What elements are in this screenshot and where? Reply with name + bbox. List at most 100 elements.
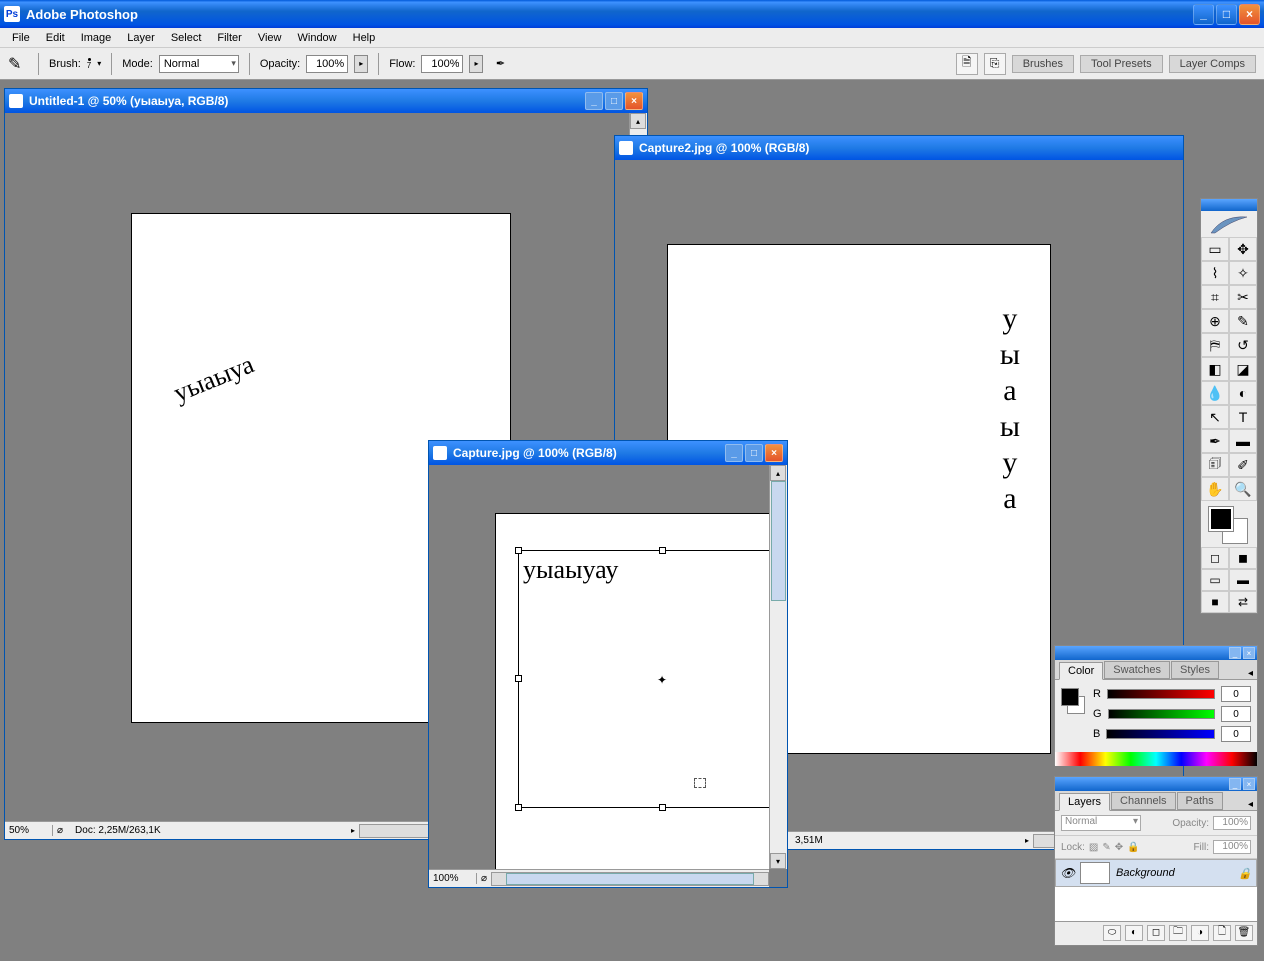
b-input[interactable] bbox=[1221, 726, 1251, 742]
layers-panel-header[interactable]: _ × bbox=[1055, 777, 1257, 791]
transform-center-icon[interactable]: ✦ bbox=[657, 673, 667, 687]
pen-tool-icon[interactable]: ✒ bbox=[1201, 429, 1229, 453]
panel-minimize-button[interactable]: _ bbox=[1229, 647, 1241, 659]
delete-layer-icon[interactable]: 🗑 bbox=[1235, 925, 1253, 941]
foreground-color-swatch[interactable] bbox=[1209, 507, 1233, 531]
menu-help[interactable]: Help bbox=[345, 30, 384, 46]
adjustment-layer-icon[interactable]: ◑ bbox=[1191, 925, 1209, 941]
info-icon[interactable]: ⌀ bbox=[57, 825, 63, 836]
blend-mode-select[interactable]: Normal bbox=[1061, 815, 1141, 831]
dock-tab-toolpresets[interactable]: Tool Presets bbox=[1080, 55, 1163, 73]
color-fg-preview[interactable] bbox=[1061, 688, 1079, 706]
type-tool-icon[interactable]: T bbox=[1229, 405, 1257, 429]
minimize-button[interactable]: _ bbox=[1193, 4, 1214, 25]
mode-select[interactable]: Normal bbox=[159, 55, 239, 73]
file-browser-icon[interactable]: 🗎 bbox=[956, 53, 978, 75]
color-spectrum[interactable] bbox=[1055, 752, 1257, 766]
r-input[interactable] bbox=[1221, 686, 1251, 702]
tab-channels[interactable]: Channels bbox=[1111, 792, 1175, 810]
doc3-scrollbar-vertical[interactable]: ▴ ▾ bbox=[769, 465, 787, 869]
transform-handle-tl[interactable] bbox=[515, 547, 522, 554]
menu-image[interactable]: Image bbox=[73, 30, 120, 46]
transform-handle-bc[interactable] bbox=[659, 804, 666, 811]
info-icon[interactable]: ⌀ bbox=[481, 873, 487, 884]
visibility-icon[interactable]: 👁 bbox=[1060, 866, 1074, 880]
menu-filter[interactable]: Filter bbox=[209, 30, 249, 46]
transform-handle-tc[interactable] bbox=[659, 547, 666, 554]
eyedropper-tool-icon[interactable]: ✐ bbox=[1229, 453, 1257, 477]
lock-all-icon[interactable]: 🔒 bbox=[1127, 842, 1139, 853]
doc3-zoom[interactable]: 100% bbox=[429, 873, 477, 884]
dodge-tool-icon[interactable]: ◐ bbox=[1229, 381, 1257, 405]
doc1-zoom[interactable]: 50% bbox=[5, 825, 53, 836]
menu-layer[interactable]: Layer bbox=[119, 30, 163, 46]
doc1-minimize-button[interactable]: _ bbox=[585, 92, 603, 110]
slice-tool-icon[interactable]: ✂ bbox=[1229, 285, 1257, 309]
layer-row-background[interactable]: 👁 Background 🔒 bbox=[1055, 859, 1257, 887]
fill-input[interactable]: 100% bbox=[1213, 840, 1251, 854]
tab-color[interactable]: Color bbox=[1059, 662, 1103, 680]
panel-close-button[interactable]: × bbox=[1243, 778, 1255, 790]
doc3-titlebar[interactable]: Capture.jpg @ 100% (RGB/8) _ □ × bbox=[429, 441, 787, 465]
tab-swatches[interactable]: Swatches bbox=[1104, 661, 1170, 679]
quickmask-mode-icon[interactable]: ◼ bbox=[1229, 547, 1257, 569]
shape-tool-icon[interactable]: ▬ bbox=[1229, 429, 1257, 453]
screen-standard-icon[interactable]: ▭ bbox=[1201, 569, 1229, 591]
lock-pixels-icon[interactable]: ✎ bbox=[1102, 842, 1110, 853]
menu-edit[interactable]: Edit bbox=[38, 30, 73, 46]
tools-palette[interactable]: ▭ ✥ ⌇ ✧ ⌗ ✂ ⊕ ✎ ⛿ ↺ ◧ ◪ 💧 ◐ ↖ T ✒ ▬ 🗊 ✐ … bbox=[1200, 198, 1258, 614]
doc1-titlebar[interactable]: Untitled-1 @ 50% (уыаыуа, RGB/8) _ □ × bbox=[5, 89, 647, 113]
doc2-titlebar[interactable]: Capture2.jpg @ 100% (RGB/8) bbox=[615, 136, 1183, 160]
doc3-close-button[interactable]: × bbox=[765, 444, 783, 462]
opacity-flyout[interactable]: ▸ bbox=[354, 55, 368, 73]
gradient-tool-icon[interactable]: ◪ bbox=[1229, 357, 1257, 381]
tab-layers[interactable]: Layers bbox=[1059, 793, 1110, 811]
path-select-tool-icon[interactable]: ↖ bbox=[1201, 405, 1229, 429]
new-layer-icon[interactable]: 🗋 bbox=[1213, 925, 1231, 941]
photoshop-logo-icon[interactable] bbox=[1201, 211, 1257, 237]
imageready-icon[interactable]: ⇄ bbox=[1229, 591, 1257, 613]
dock-tab-brushes[interactable]: Brushes bbox=[1012, 55, 1074, 73]
maximize-button[interactable]: □ bbox=[1216, 4, 1237, 25]
doc3-scroll-thumb-v[interactable] bbox=[771, 481, 786, 601]
layer-style-icon[interactable]: ◐ bbox=[1125, 925, 1143, 941]
layer-opacity-input[interactable]: 100% bbox=[1213, 816, 1251, 830]
doc1-close-button[interactable]: × bbox=[625, 92, 643, 110]
screen-full-icon[interactable]: ■ bbox=[1201, 591, 1229, 613]
g-slider[interactable] bbox=[1108, 709, 1215, 719]
doc3-maximize-button[interactable]: □ bbox=[745, 444, 763, 462]
notes-tool-icon[interactable]: 🗊 bbox=[1201, 453, 1229, 477]
new-group-icon[interactable]: 🗀 bbox=[1169, 925, 1187, 941]
doc1-maximize-button[interactable]: □ bbox=[605, 92, 623, 110]
crop-tool-icon[interactable]: ⌗ bbox=[1201, 285, 1229, 309]
doc3-scroll-thumb-h[interactable] bbox=[506, 873, 754, 885]
menu-select[interactable]: Select bbox=[163, 30, 210, 46]
panel-menu-icon[interactable]: ◂ bbox=[1248, 799, 1253, 810]
brush-picker[interactable]: 7 bbox=[87, 58, 91, 70]
zoom-tool-icon[interactable]: 🔍 bbox=[1229, 477, 1257, 501]
layer-name[interactable]: Background bbox=[1116, 867, 1175, 879]
r-slider[interactable] bbox=[1107, 689, 1215, 699]
doc3-minimize-button[interactable]: _ bbox=[725, 444, 743, 462]
healing-tool-icon[interactable]: ⊕ bbox=[1201, 309, 1229, 333]
palette-well-icon[interactable]: ⎘ bbox=[984, 53, 1006, 75]
brush-tool-icon[interactable]: ✎ bbox=[1229, 309, 1257, 333]
opacity-input[interactable] bbox=[306, 55, 348, 73]
history-brush-tool-icon[interactable]: ↺ bbox=[1229, 333, 1257, 357]
tools-header[interactable] bbox=[1201, 199, 1257, 211]
layer-thumbnail[interactable] bbox=[1080, 862, 1110, 884]
close-button[interactable]: × bbox=[1239, 4, 1260, 25]
lock-position-icon[interactable]: ✥ bbox=[1115, 842, 1123, 853]
blur-tool-icon[interactable]: 💧 bbox=[1201, 381, 1229, 405]
tool-preset-icon[interactable] bbox=[8, 54, 28, 74]
wand-tool-icon[interactable]: ✧ bbox=[1229, 261, 1257, 285]
standard-mode-icon[interactable]: ◻ bbox=[1201, 547, 1229, 569]
transform-handle-ml[interactable] bbox=[515, 675, 522, 682]
airbrush-icon[interactable]: ✒ bbox=[489, 53, 511, 75]
doc3-scrollbar-horizontal[interactable] bbox=[491, 872, 769, 886]
doc3-canvas-area[interactable]: уыаыуау ✦ bbox=[429, 465, 769, 869]
menu-file[interactable]: File bbox=[4, 30, 38, 46]
lock-transparency-icon[interactable]: ▨ bbox=[1089, 842, 1098, 853]
tab-paths[interactable]: Paths bbox=[1177, 792, 1223, 810]
hand-tool-icon[interactable]: ✋ bbox=[1201, 477, 1229, 501]
